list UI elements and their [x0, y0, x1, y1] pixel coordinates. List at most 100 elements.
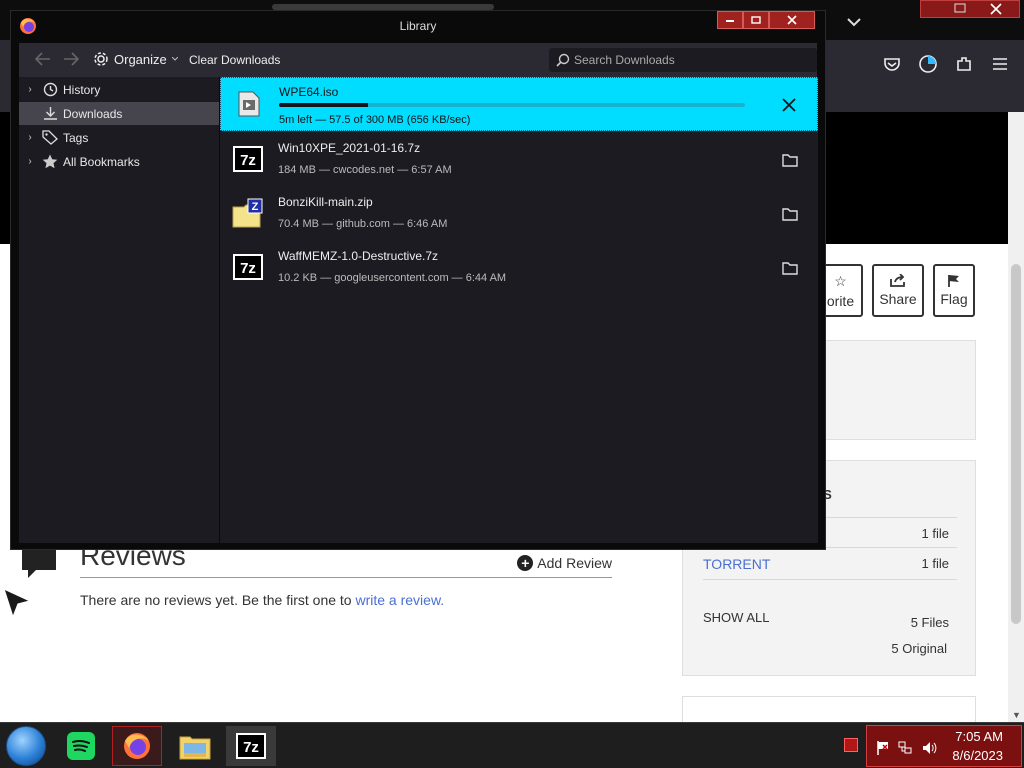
clock-time[interactable]: 7:05 AM	[955, 729, 1003, 744]
download-filename: Win10XPE_2021-01-16.7z	[278, 141, 421, 155]
library-window: Library Organize Clear Downloads Search …	[10, 10, 826, 550]
download-status: 184 MB — cwcodes.net — 6:57 AM	[278, 164, 452, 176]
show-in-folder-button[interactable]	[780, 204, 800, 224]
download-item[interactable]: Z BonziKill-main.zip 70.4 MB — github.co…	[220, 187, 818, 241]
write-review-link[interactable]: write a review.	[355, 592, 444, 608]
page-scrollbar[interactable]: ▼	[1008, 112, 1024, 722]
search-downloads-field[interactable]	[549, 48, 817, 72]
list-tabs-chevron-icon[interactable]	[844, 12, 864, 32]
download-status: 5m left — 57.5 of 300 MB (656 KB/sec)	[279, 114, 471, 126]
window-title: Library	[399, 19, 437, 33]
clear-downloads-button[interactable]: Clear Downloads	[189, 53, 280, 67]
search-downloads-input[interactable]	[574, 52, 810, 68]
downloads-list: WPE64.iso 5m left — 57.5 of 300 MB (656 …	[220, 77, 818, 543]
library-titlebar[interactable]: Library	[11, 11, 825, 43]
folder-icon	[782, 208, 798, 221]
clock-date[interactable]: 8/6/2023	[952, 748, 1003, 763]
share-icon	[890, 274, 905, 287]
download-item[interactable]: WPE64.iso 5m left — 57.5 of 300 MB (656 …	[220, 77, 818, 131]
organize-button[interactable]: Organize	[93, 51, 178, 67]
network-icon[interactable]	[897, 740, 913, 756]
system-tray: 7:05 AM 8/6/2023	[866, 725, 1022, 767]
download-option-torrent[interactable]: TORRENT 1 file	[703, 547, 957, 579]
sidebar-item-history[interactable]: › History	[19, 78, 219, 101]
close-window-button[interactable]	[769, 11, 815, 29]
firefox-icon	[124, 733, 150, 759]
mouse-cursor-icon	[3, 587, 32, 619]
divider	[80, 577, 612, 578]
sidebar-item-all-bookmarks[interactable]: › All Bookmarks	[19, 150, 219, 173]
downloads-progress-icon[interactable]	[916, 52, 940, 76]
taskbar-app-7zip[interactable]: 7z	[226, 726, 276, 766]
taskbar-app-spotify[interactable]	[56, 726, 106, 766]
file-count: 1 file	[921, 526, 949, 541]
chat-bubble-icon	[22, 546, 56, 578]
cancel-download-button[interactable]	[779, 95, 799, 115]
7z-archive-icon: 7z	[233, 146, 263, 172]
download-status: 70.4 MB — github.com — 6:46 AM	[278, 218, 448, 230]
forward-arrow-icon[interactable]	[63, 52, 80, 71]
share-label: Share	[879, 291, 917, 307]
files-count: 5 Files	[910, 615, 949, 630]
flag-label: Flag	[940, 291, 968, 307]
extensions-icon[interactable]	[952, 52, 976, 76]
close-icon	[787, 15, 797, 25]
chevron-down-icon	[171, 57, 178, 61]
menu-hamburger-icon[interactable]	[988, 52, 1012, 76]
scrollbar-thumb[interactable]	[1011, 264, 1021, 624]
zip-archive-icon: Z	[232, 198, 263, 228]
library-toolbar: Organize Clear Downloads	[19, 43, 817, 77]
sidebar-item-downloads[interactable]: Downloads	[19, 102, 219, 125]
show-all-link[interactable]: SHOW ALL	[703, 610, 769, 625]
browser-caption-buttons[interactable]	[920, 0, 1020, 18]
add-review-button[interactable]: + Add Review	[517, 555, 612, 571]
download-item[interactable]: 7z WaffMEMZ-1.0-Destructive.7z 10.2 KB —…	[220, 241, 818, 295]
minimize-button[interactable]	[717, 11, 743, 29]
sidebar-item-tags[interactable]: › Tags	[19, 126, 219, 149]
sidebar-item-label: History	[63, 82, 101, 97]
torrent-link[interactable]: TORRENT	[703, 556, 770, 572]
original-count: 5 Original	[891, 641, 947, 656]
show-in-folder-button[interactable]	[780, 150, 800, 170]
clock-icon	[41, 82, 59, 98]
maximize-icon	[751, 16, 761, 24]
back-arrow-icon[interactable]	[34, 52, 51, 71]
download-item[interactable]: 7z Win10XPE_2021-01-16.7z 184 MB — cwcod…	[220, 133, 818, 187]
search-icon	[556, 53, 570, 67]
maximize-button[interactable]	[743, 11, 769, 29]
no-reviews-text: There are no reviews yet. Be the first o…	[80, 592, 445, 608]
file-explorer-icon	[179, 736, 211, 760]
start-button[interactable]	[6, 726, 46, 766]
flag-button[interactable]: Flag	[933, 264, 975, 317]
taskbar-app-file-explorer[interactable]	[170, 726, 220, 766]
favorite-label: orite	[826, 292, 855, 309]
folder-icon	[782, 262, 798, 275]
show-in-folder-button[interactable]	[780, 258, 800, 278]
minimize-icon	[726, 20, 734, 22]
folder-icon	[782, 154, 798, 167]
add-review-label: Add Review	[537, 555, 612, 571]
expand-chevron-icon[interactable]: ›	[19, 132, 41, 143]
share-button[interactable]: Share	[872, 264, 924, 317]
expand-chevron-icon[interactable]: ›	[19, 156, 41, 167]
disc-image-file-icon	[238, 91, 260, 117]
download-filename: WPE64.iso	[279, 85, 339, 99]
svg-text:Z: Z	[252, 201, 259, 213]
progress-fill	[279, 103, 369, 107]
action-center-flag-icon[interactable]	[875, 740, 891, 756]
taskbar-app-firefox[interactable]	[112, 726, 162, 766]
7z-archive-icon: 7z	[233, 254, 263, 280]
cancel-icon	[782, 98, 796, 112]
svg-text:7z: 7z	[243, 739, 259, 756]
sidebar-item-label: All Bookmarks	[63, 154, 140, 169]
download-status: 10.2 KB — googleusercontent.com — 6:44 A…	[278, 272, 507, 284]
star-outline-icon: ☆	[834, 272, 847, 289]
expand-chevron-icon[interactable]: ›	[19, 84, 41, 95]
taskbar: 7z 7:05 AM 8/6/2023	[0, 722, 1024, 768]
spotify-icon	[67, 732, 95, 760]
scroll-down-arrow-icon[interactable]: ▼	[1012, 710, 1021, 720]
show-all-row[interactable]: SHOW ALL 5 Files	[703, 579, 957, 639]
tray-notification-icon[interactable]	[844, 738, 858, 752]
volume-icon[interactable]	[921, 740, 937, 756]
pocket-icon[interactable]	[880, 52, 904, 76]
